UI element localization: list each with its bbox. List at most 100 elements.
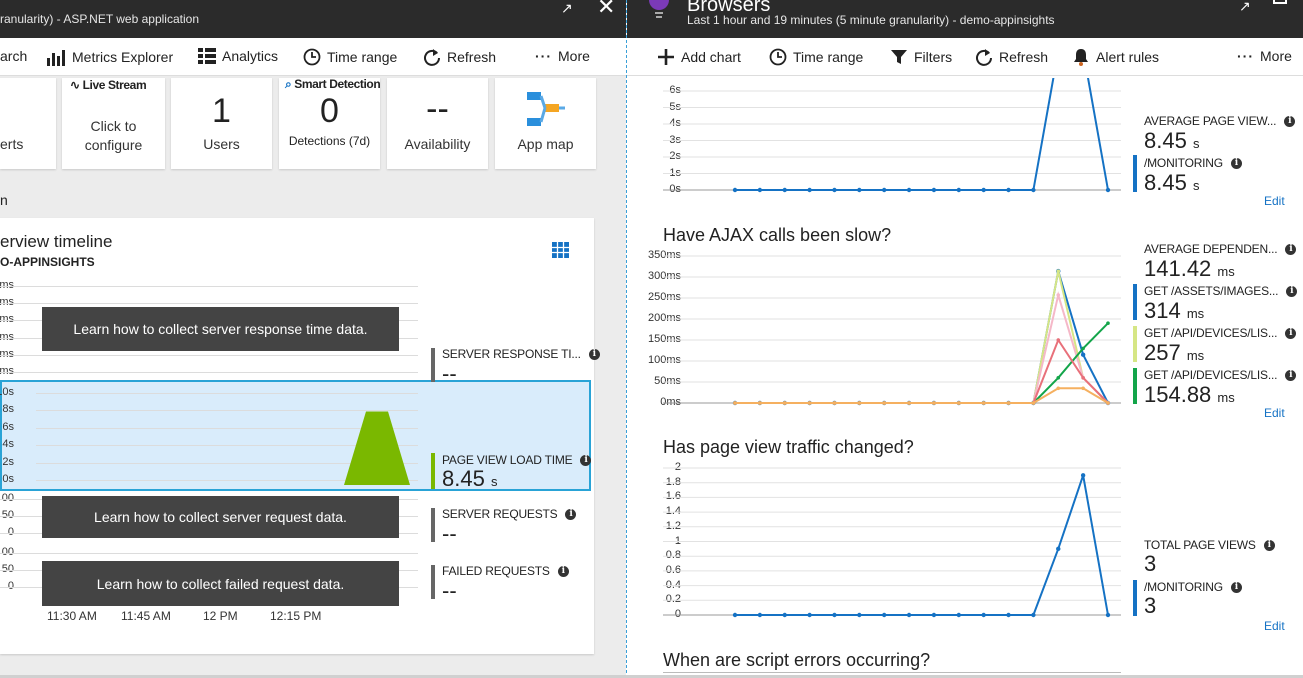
grid-view-icon[interactable]: [552, 242, 569, 258]
y-tick-label: 0: [7, 526, 14, 538]
data-point: [981, 187, 986, 193]
right-blade: Browsers Last 1 hour and 19 minutes (5 m…: [626, 0, 1303, 678]
maximize-icon[interactable]: [1273, 0, 1287, 4]
server-response-metric-value: --: [442, 361, 457, 386]
data-point: [1056, 546, 1061, 552]
app-map-label: App map: [517, 136, 574, 152]
time-range-button[interactable]: Time range: [303, 48, 397, 66]
users-value: 1: [212, 92, 231, 130]
live-stream-tile[interactable]: ∿ Live Stream Click to configure: [62, 78, 165, 169]
right-time-range-button[interactable]: Time range: [769, 48, 863, 66]
info-icon[interactable]: i: [1285, 328, 1297, 340]
live-stream-title-text: Live Stream: [82, 78, 147, 92]
data-point: [956, 187, 961, 193]
info-icon[interactable]: i: [1263, 540, 1275, 552]
info-icon[interactable]: i: [1286, 286, 1298, 298]
plus-icon: [658, 49, 674, 65]
y-tick-label: ms: [0, 330, 14, 343]
more-button[interactable]: ··· More: [535, 48, 590, 64]
add-chart-button[interactable]: Add chart: [657, 48, 741, 66]
close-icon[interactable]: ✕: [597, 0, 615, 20]
info-icon[interactable]: i: [565, 509, 577, 521]
y-tick-label: ms: [0, 296, 14, 309]
data-point: [807, 187, 812, 193]
overview-timeline-card[interactable]: erview timeline O-APPINSIGHTS ms ms ms ms ms…: [0, 218, 600, 654]
chart1-metric1-name: AVERAGE PAGE VIEW... i: [1144, 114, 1296, 128]
chart2-metric3-bar: [1133, 326, 1137, 362]
chart4-title: When are script errors occurring?: [663, 650, 931, 670]
live-stream-line1: Click to: [90, 118, 137, 134]
smart-detection-icon: ⌕: [285, 77, 292, 91]
filter-icon: [891, 50, 907, 64]
pulse-icon: ∿: [70, 78, 80, 92]
chart1-metric2-unit: s: [1192, 178, 1200, 193]
data-point: [1081, 386, 1085, 391]
chart3-metric2-text: /MONITORING: [1144, 580, 1223, 594]
alert-rules-button[interactable]: Alert rules: [1072, 48, 1159, 66]
chart3-metric2-bar: [1133, 580, 1137, 616]
data-point: [807, 401, 812, 405]
chart2-edit-link[interactable]: Edit: [1264, 406, 1285, 420]
chart2-metric4-unit: ms: [1217, 390, 1235, 405]
timeline-subtitle: O-APPINSIGHTS: [0, 255, 95, 269]
data-point: [1056, 293, 1061, 297]
data-point: [882, 401, 886, 405]
server-response-overlay[interactable]: Learn how to collect server response tim…: [42, 307, 399, 351]
analytics-button[interactable]: Analytics: [198, 48, 278, 64]
info-icon[interactable]: i: [557, 566, 569, 578]
filters-button[interactable]: Filters: [890, 48, 952, 66]
data-point: [906, 187, 912, 193]
chart2-metric4-bar: [1133, 368, 1137, 404]
server-requests-overlay[interactable]: Learn how to collect server request data…: [42, 496, 399, 538]
chart2-metric2-number: 314: [1144, 298, 1181, 323]
data-point: [1106, 321, 1110, 325]
data-point: [906, 612, 912, 618]
alerts-tile[interactable]: erts: [0, 78, 56, 169]
data-point: [1081, 376, 1085, 380]
info-icon[interactable]: i: [1284, 116, 1296, 128]
info-icon[interactable]: i: [1285, 244, 1297, 256]
info-icon[interactable]: i: [1230, 582, 1242, 594]
failed-requests-metric-value: --: [442, 578, 457, 603]
data-point: [832, 612, 837, 618]
users-tile[interactable]: 1 Users: [171, 78, 272, 169]
chart2-metric4-name: GET /API/DEVICES/LIS... i: [1144, 368, 1297, 382]
chart1-edit-link[interactable]: Edit: [1264, 194, 1285, 208]
metrics-explorer-label: Metrics Explorer: [72, 49, 174, 65]
y-tick-label: ms: [0, 347, 14, 360]
data-point: [732, 612, 738, 618]
gridline: [0, 286, 418, 287]
failed-requests-legend-bar: [431, 565, 435, 599]
search-button[interactable]: arch: [0, 48, 27, 64]
y-tick-label: ms: [0, 313, 14, 326]
info-icon[interactable]: i: [1230, 158, 1242, 170]
metrics-explorer-button[interactable]: Metrics Explorer: [46, 48, 173, 66]
info-icon[interactable]: i: [588, 349, 600, 361]
chart2-metric3-value: 257 ms: [1144, 340, 1204, 366]
live-stream-title: ∿ Live Stream: [70, 78, 147, 92]
pin-icon[interactable]: ↗: [1239, 0, 1251, 15]
chart3-edit-link[interactable]: Edit: [1264, 619, 1285, 633]
refresh-button[interactable]: Refresh: [423, 48, 496, 66]
chart2-metric4-number: 154.88: [1144, 382, 1212, 407]
add-chart-label: Add chart: [681, 49, 741, 65]
data-point: [733, 401, 737, 405]
gridline: [0, 372, 418, 373]
info-icon[interactable]: i: [580, 455, 592, 467]
right-more-button[interactable]: ··· More: [1237, 48, 1292, 64]
app-map-icon: [527, 92, 565, 126]
app-map-tile[interactable]: App map: [495, 78, 596, 169]
detections-value: 0: [320, 92, 339, 130]
ajax-calls-chart: [663, 255, 1121, 406]
data-point: [732, 187, 738, 193]
failed-requests-overlay[interactable]: Learn how to collect failed request data…: [42, 561, 399, 606]
chart1-metric2-bar: [1133, 155, 1137, 192]
info-icon[interactable]: i: [1285, 370, 1297, 382]
left-blade-subtitle: ranularity) - ASP.NET web application: [0, 12, 199, 26]
smart-detection-tile[interactable]: ⌕ Smart Detection 0 Detections (7d): [279, 77, 381, 169]
chart2-metric4-value: 154.88 ms: [1144, 382, 1235, 408]
pin-icon[interactable]: ↗: [561, 0, 573, 17]
chart4-axis: [663, 672, 1121, 673]
availability-tile[interactable]: -- Availability: [387, 78, 488, 169]
right-refresh-button[interactable]: Refresh: [975, 48, 1048, 66]
